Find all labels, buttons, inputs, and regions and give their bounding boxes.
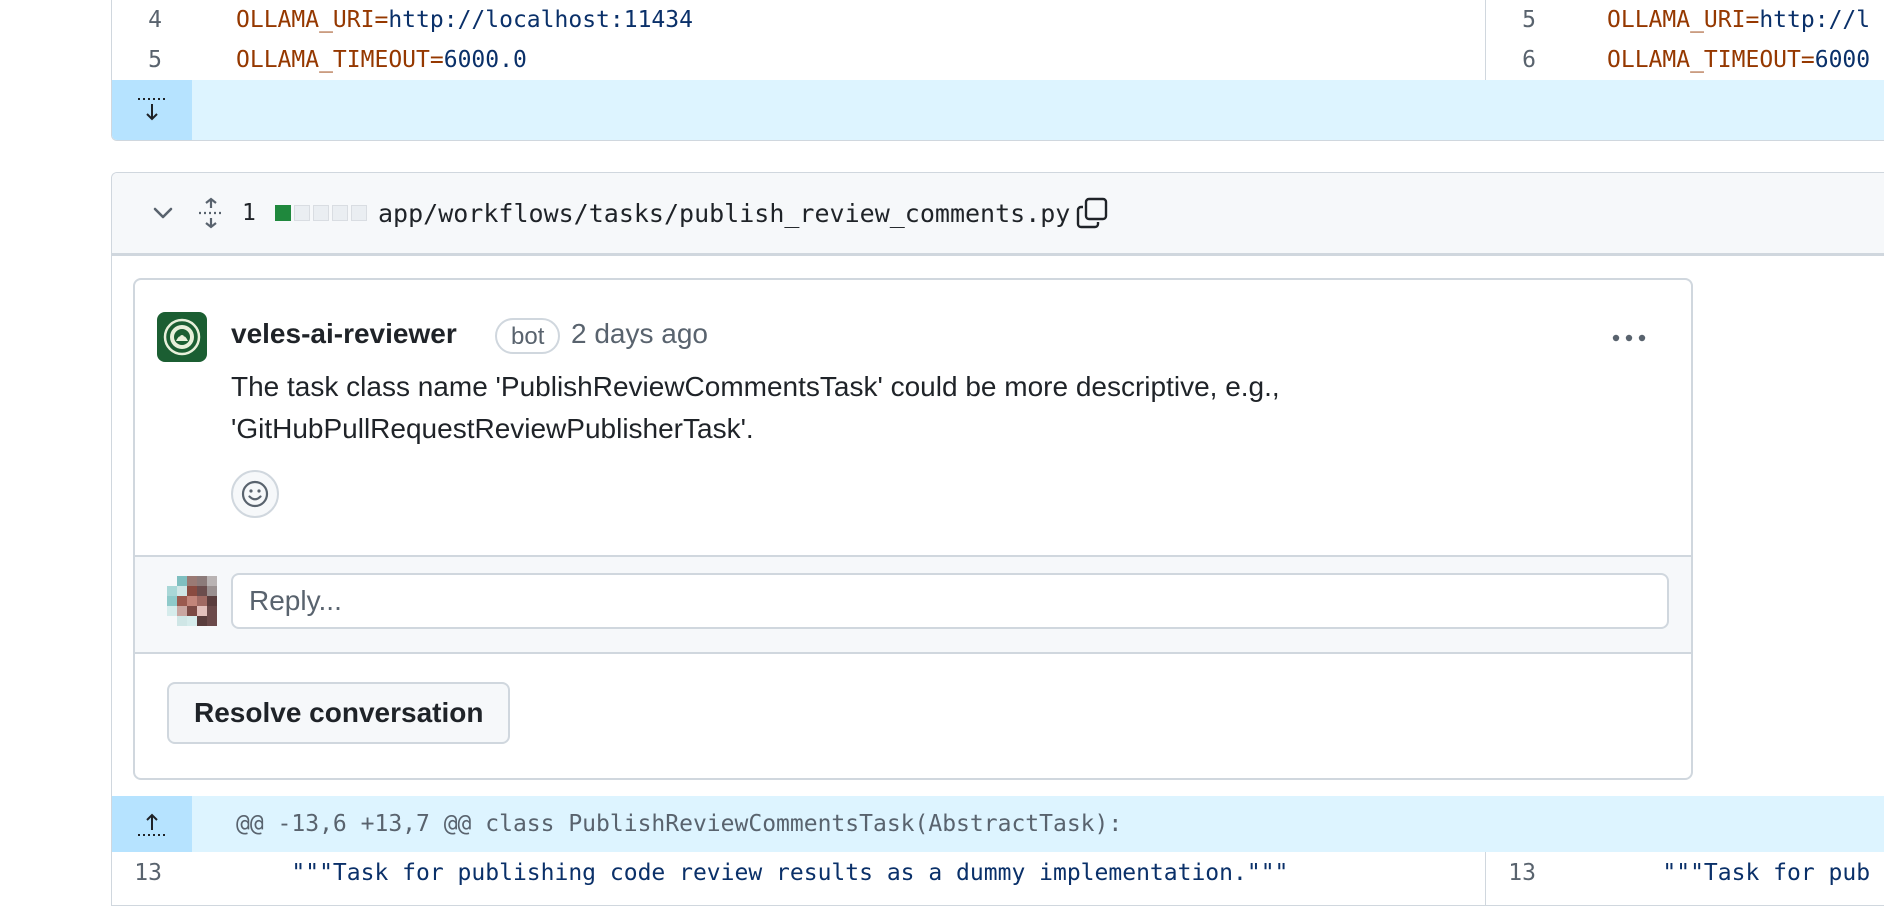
chevron-down-icon <box>153 207 173 219</box>
comment-body: The task class name 'PublishReviewCommen… <box>231 371 1280 444</box>
code-line: """Task for pub <box>1607 860 1871 886</box>
file-diff: 1 app/workflows/tasks/publish_review_com… <box>111 172 1884 906</box>
unfold-icon <box>199 197 223 229</box>
line-number: 13 <box>134 860 162 886</box>
diffstat-neutral <box>332 205 348 221</box>
diff-line: 4 OLLAMA_URI=http://localhost:11434 5 OL… <box>112 0 1884 40</box>
file-header: 1 app/workflows/tasks/publish_review_com… <box>112 173 1884 256</box>
diff-line: 13 """Task for publishing code review re… <box>112 852 1884 905</box>
expand-up-icon <box>138 813 166 836</box>
review-comment: veles-ai-reviewer bot 2 days ago The tas… <box>135 280 1691 555</box>
line-number: 4 <box>148 7 162 33</box>
hunk-header-text: @@ -13,6 +13,7 @@ class PublishReviewCom… <box>236 811 1123 837</box>
line-number: 5 <box>148 47 162 73</box>
diffstat-neutral <box>351 205 367 221</box>
diffstat <box>275 173 367 253</box>
change-count: 1 <box>242 200 256 226</box>
code-line: OLLAMA_TIMEOUT=6000 <box>1607 47 1871 73</box>
diffstat-bar <box>275 205 367 221</box>
expand-all-button[interactable] <box>197 173 225 253</box>
expand-up-button[interactable] <box>112 796 192 852</box>
resolve-conversation-button[interactable]: Resolve conversation <box>167 682 511 744</box>
expand-down-button[interactable] <box>112 80 192 140</box>
diffstat-added <box>275 205 291 221</box>
bot-logo-icon <box>163 318 201 356</box>
review-thread: veles-ai-reviewer bot 2 days ago The tas… <box>133 278 1693 780</box>
comment-options-button[interactable] <box>1605 320 1653 356</box>
bot-badge: bot <box>495 318 561 354</box>
expand-row[interactable] <box>112 80 1884 140</box>
add-reaction-button[interactable] <box>231 470 279 518</box>
reply-input[interactable] <box>231 573 1669 629</box>
code-line: OLLAMA_URI=http://l <box>1607 7 1871 33</box>
diff-line: 5 OLLAMA_TIMEOUT=6000.0 6 OLLAMA_TIMEOUT… <box>112 40 1884 80</box>
line-number: 5 <box>1522 7 1536 33</box>
diff-context-top: 4 OLLAMA_URI=http://localhost:11434 5 OL… <box>111 0 1884 141</box>
copy-path-button[interactable] <box>1076 173 1108 253</box>
avatar[interactable] <box>157 312 207 362</box>
comment-timestamp[interactable]: 2 days ago <box>571 318 708 350</box>
code-line: """Task for publishing code review resul… <box>236 860 1289 886</box>
avatar[interactable] <box>167 576 217 626</box>
line-number: 13 <box>1508 860 1536 886</box>
code-line: OLLAMA_TIMEOUT=6000.0 <box>236 47 527 73</box>
code-line: OLLAMA_URI=http://localhost:11434 <box>236 7 693 33</box>
reply-area <box>135 555 1691 654</box>
kebab-horizontal-icon <box>1612 334 1646 342</box>
copy-icon <box>1076 197 1108 229</box>
smiley-icon <box>241 480 269 508</box>
diffstat-neutral <box>294 205 310 221</box>
file-path[interactable]: app/workflows/tasks/publish_review_comme… <box>378 199 1070 228</box>
expand-down-icon <box>138 98 166 121</box>
collapse-file-button[interactable] <box>150 173 176 253</box>
diffstat-neutral <box>313 205 329 221</box>
file-path-link[interactable]: app/workflows/tasks/publish_review_comme… <box>378 173 1070 253</box>
comment-author[interactable]: veles-ai-reviewer <box>231 318 457 350</box>
split-divider <box>1485 0 1486 80</box>
line-number: 6 <box>1522 47 1536 73</box>
hunk-header: @@ -13,6 +13,7 @@ class PublishReviewCom… <box>112 796 1884 852</box>
